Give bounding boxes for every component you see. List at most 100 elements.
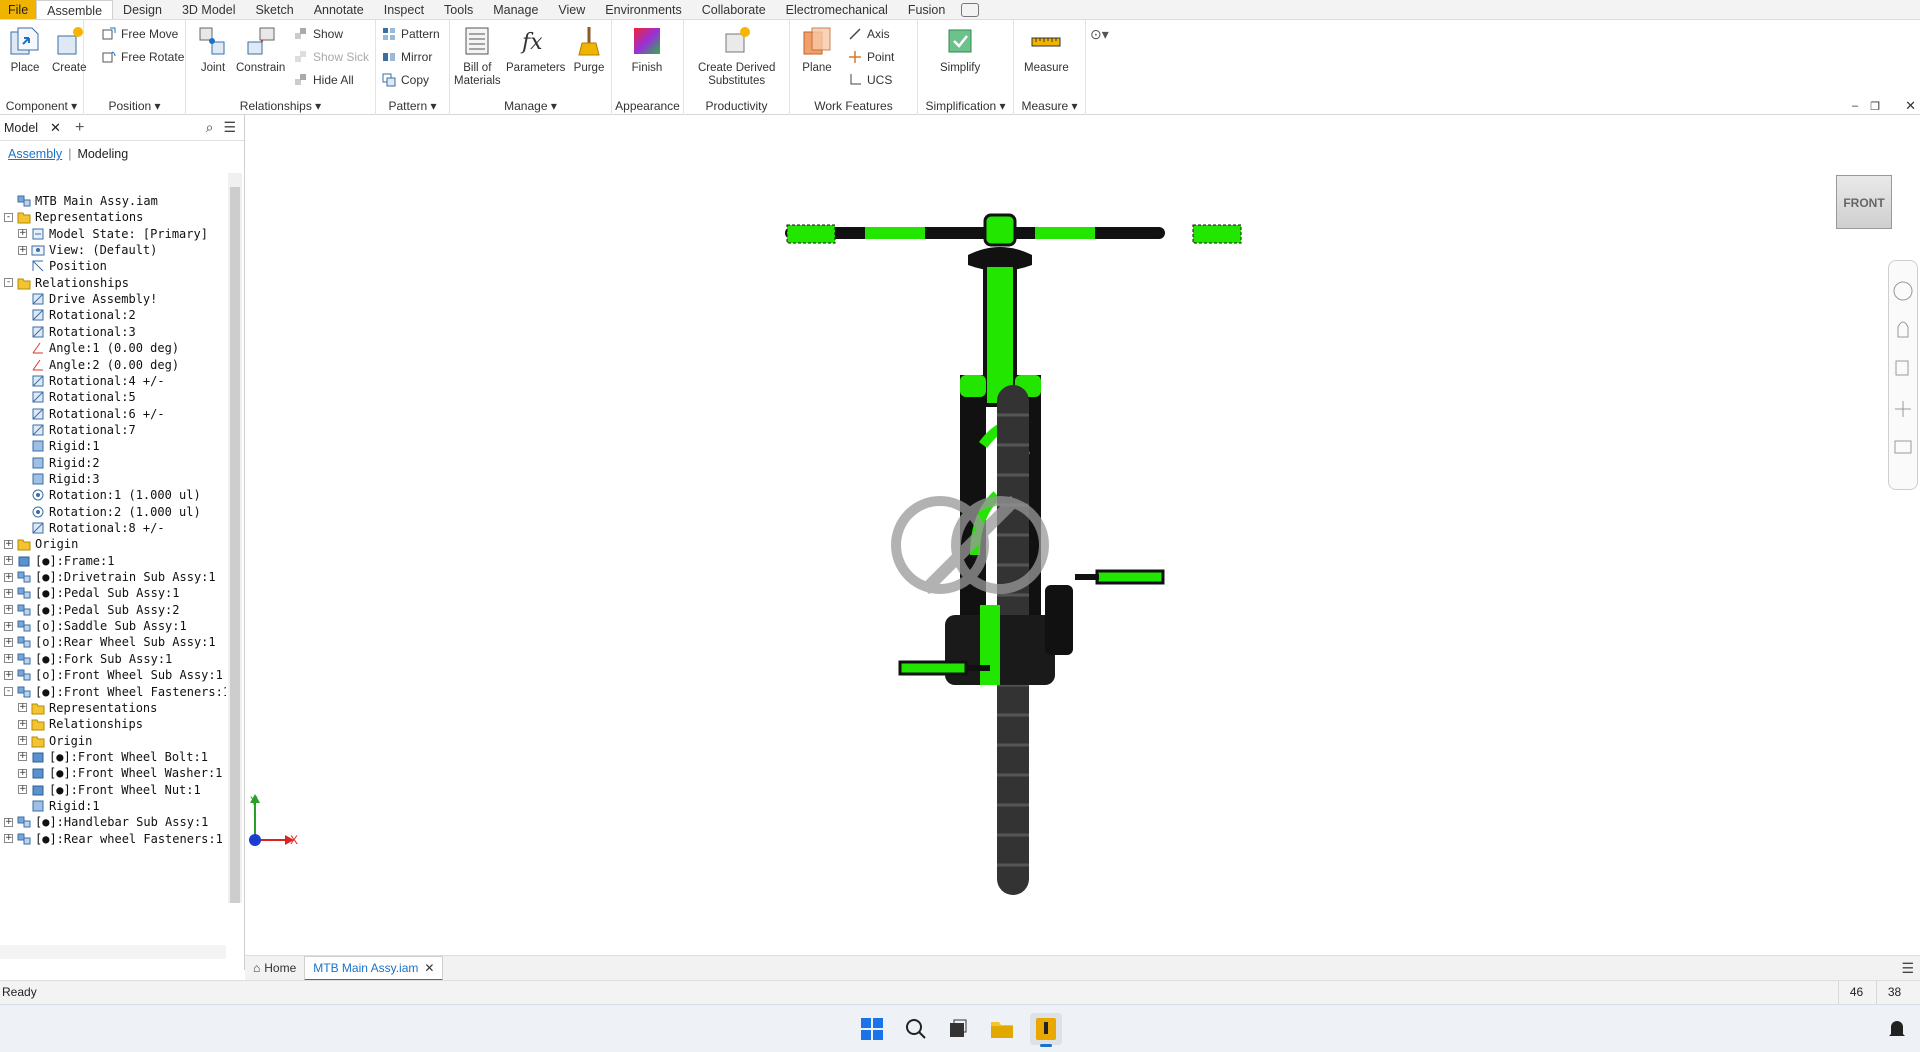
simplification-panel-label[interactable]: Simplification ▾ (918, 99, 1013, 113)
point-button[interactable]: Point (848, 47, 894, 67)
expand-icon[interactable]: + (4, 637, 13, 647)
expand-icon[interactable]: + (18, 245, 27, 255)
component-panel-label[interactable]: Component ▾ (0, 99, 83, 113)
close-icon[interactable]: ✕ (50, 120, 61, 136)
menu-tab-view[interactable]: View (548, 0, 595, 19)
relationships-panel-label[interactable]: Relationships ▾ (186, 99, 375, 113)
expand-icon[interactable]: + (4, 539, 13, 549)
minimize-icon[interactable]: – (1852, 100, 1858, 113)
expand-icon[interactable]: + (18, 768, 27, 778)
expand-icon[interactable]: + (18, 736, 27, 746)
menu-tab-file[interactable]: File (0, 0, 37, 19)
expand-icon[interactable]: + (4, 654, 13, 664)
copy-button[interactable]: Copy (382, 70, 429, 90)
expand-icon[interactable]: + (4, 834, 13, 844)
tree-node-label: MTB Main Assy.iam (35, 194, 158, 208)
create-button[interactable]: Create (52, 24, 87, 75)
joint-button[interactable]: Joint (196, 24, 230, 75)
graphics-viewport[interactable]: – ❐ ✕ FRONT Y X (245, 98, 1920, 955)
expand-icon[interactable]: + (4, 817, 13, 827)
constrain-button[interactable]: Constrain (236, 24, 285, 75)
browser-vertical-scrollbar[interactable] (228, 173, 242, 903)
free-move-button[interactable]: Free Move (102, 24, 178, 44)
parameters-button[interactable]: fx Parameters (506, 24, 565, 75)
file-explorer-icon[interactable] (990, 1017, 1014, 1041)
status-bar: Ready 46 38 (0, 980, 1920, 1004)
rigid-icon (32, 457, 44, 469)
expand-icon[interactable]: + (4, 556, 13, 566)
viewport-close-icon[interactable]: ✕ (1905, 98, 1916, 114)
position-panel-label[interactable]: Position ▾ (84, 99, 185, 113)
tab-menu-icon[interactable]: ☰ (1901, 960, 1914, 977)
menu-tab-sketch[interactable]: Sketch (245, 0, 303, 19)
show-sick-button[interactable]: Show Sick (294, 47, 369, 67)
notification-icon[interactable] (1885, 1017, 1909, 1041)
menu-tab-assemble[interactable]: Assemble (36, 0, 114, 19)
menu-extra-icon[interactable] (961, 3, 980, 17)
browser-horizontal-scrollbar[interactable] (0, 945, 226, 959)
close-tab-icon[interactable]: ✕ (424, 961, 434, 975)
menu-tab-3d-model[interactable]: 3D Model (172, 0, 246, 19)
collapse-icon[interactable]: - (4, 278, 13, 288)
task-view-icon[interactable] (946, 1017, 970, 1041)
mirror-button[interactable]: Mirror (382, 47, 432, 67)
menu-tab-electromechanical[interactable]: Electromechanical (776, 0, 898, 19)
measure-label: Measure (1024, 62, 1069, 74)
menu-tab-environments[interactable]: Environments (595, 0, 691, 19)
tree-node[interactable]: + [●]:Rear wheel Fasteners:1 (4, 829, 223, 849)
finish-button[interactable]: Finish (630, 24, 664, 75)
show-button[interactable]: Show (294, 24, 343, 44)
bill-of-materials-button[interactable]: Bill of Materials (454, 24, 501, 88)
menu-tab-manage[interactable]: Manage (483, 0, 548, 19)
menu-icon[interactable]: ☰ (223, 119, 236, 136)
menu-tab-tools[interactable]: Tools (434, 0, 483, 19)
expand-icon[interactable]: + (18, 719, 27, 729)
taskbar-search-icon[interactable] (904, 1017, 928, 1041)
expand-icon[interactable]: + (4, 605, 13, 615)
menu-tab-design[interactable]: Design (113, 0, 172, 19)
manage-panel-label[interactable]: Manage ▾ (450, 99, 611, 113)
hide-all-button[interactable]: Hide All (294, 70, 354, 90)
expand-icon[interactable]: + (18, 703, 27, 713)
place-button[interactable]: Place (8, 24, 42, 75)
add-tab-icon[interactable]: + (75, 119, 84, 137)
expand-icon[interactable]: + (18, 229, 27, 239)
menu-tab-collaborate[interactable]: Collaborate (692, 0, 776, 19)
purge-button[interactable]: Purge (572, 24, 606, 75)
pattern-button[interactable]: Pattern (382, 24, 440, 44)
free-rotate-button[interactable]: Free Rotate (102, 47, 184, 67)
taskbar (0, 1004, 1920, 1052)
expand-icon[interactable]: + (4, 621, 13, 631)
axis-button[interactable]: Axis (848, 24, 890, 44)
tab-home[interactable]: ⌂ Home (245, 956, 304, 981)
windows-start-icon[interactable] (860, 1017, 884, 1041)
expand-icon[interactable]: + (4, 670, 13, 680)
measure-button[interactable]: Measure (1024, 24, 1069, 75)
create-derived-substitutes-button[interactable]: Create Derived Substitutes (698, 24, 775, 88)
browser-tab-model[interactable]: Model (4, 121, 38, 135)
restore-icon[interactable]: ❐ (1870, 100, 1880, 113)
collapse-icon[interactable]: - (4, 212, 13, 222)
scrollbar-thumb[interactable] (230, 187, 240, 903)
model-canvas[interactable]: Y X (245, 115, 1920, 955)
expand-icon[interactable]: + (18, 752, 27, 762)
pattern-panel-label[interactable]: Pattern ▾ (376, 99, 449, 113)
expand-icon[interactable]: + (4, 572, 13, 582)
measure-panel-label[interactable]: Measure ▾ (1014, 99, 1085, 113)
plane-button[interactable]: Plane (800, 24, 834, 75)
mode-modeling[interactable]: Modeling (77, 147, 128, 161)
expand-icon[interactable]: + (18, 785, 27, 795)
active-app-indicator (1040, 1044, 1052, 1047)
mode-assembly[interactable]: Assembly (8, 147, 62, 161)
menu-tab-annotate[interactable]: Annotate (304, 0, 374, 19)
search-icon[interactable]: ⌕ (206, 119, 214, 136)
ribbon-options-icon[interactable]: ⊙▾ (1090, 26, 1109, 43)
simplify-button[interactable]: Simplify (940, 24, 980, 75)
inventor-taskbar-button[interactable] (1030, 1013, 1062, 1047)
tab-mtb-main-assy[interactable]: MTB Main Assy.iam ✕ (304, 955, 444, 981)
menu-tab-inspect[interactable]: Inspect (374, 0, 434, 19)
ucs-button[interactable]: UCS (848, 70, 892, 90)
expand-icon[interactable]: + (4, 588, 13, 598)
menu-tab-fusion[interactable]: Fusion (898, 0, 956, 19)
collapse-icon[interactable]: - (4, 687, 13, 696)
